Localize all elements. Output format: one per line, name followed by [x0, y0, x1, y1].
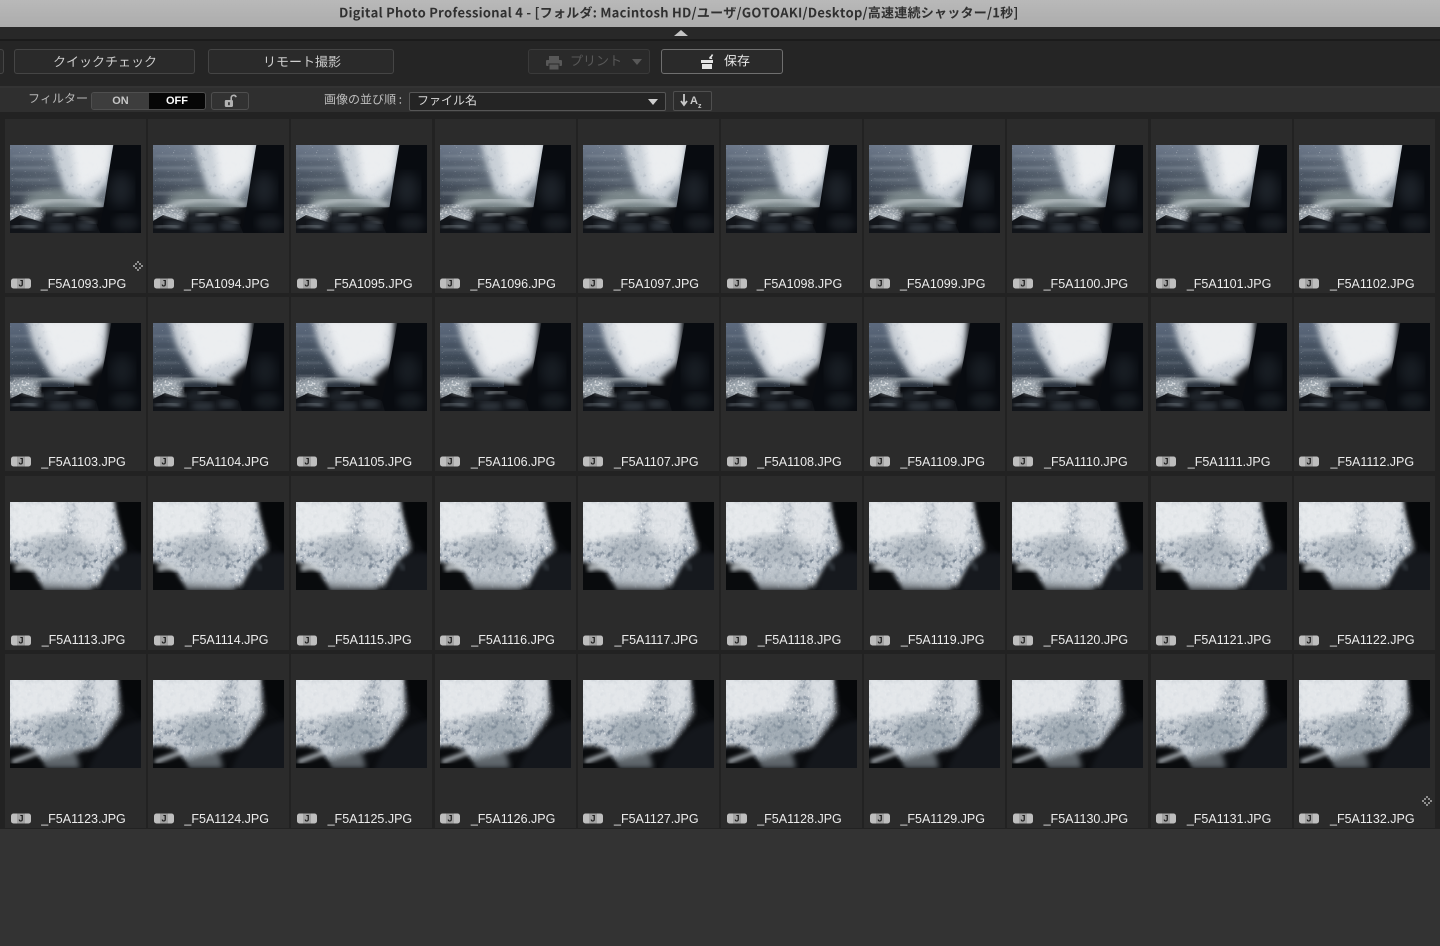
svg-text:A: A: [690, 95, 698, 107]
svg-text:z: z: [698, 103, 702, 109]
